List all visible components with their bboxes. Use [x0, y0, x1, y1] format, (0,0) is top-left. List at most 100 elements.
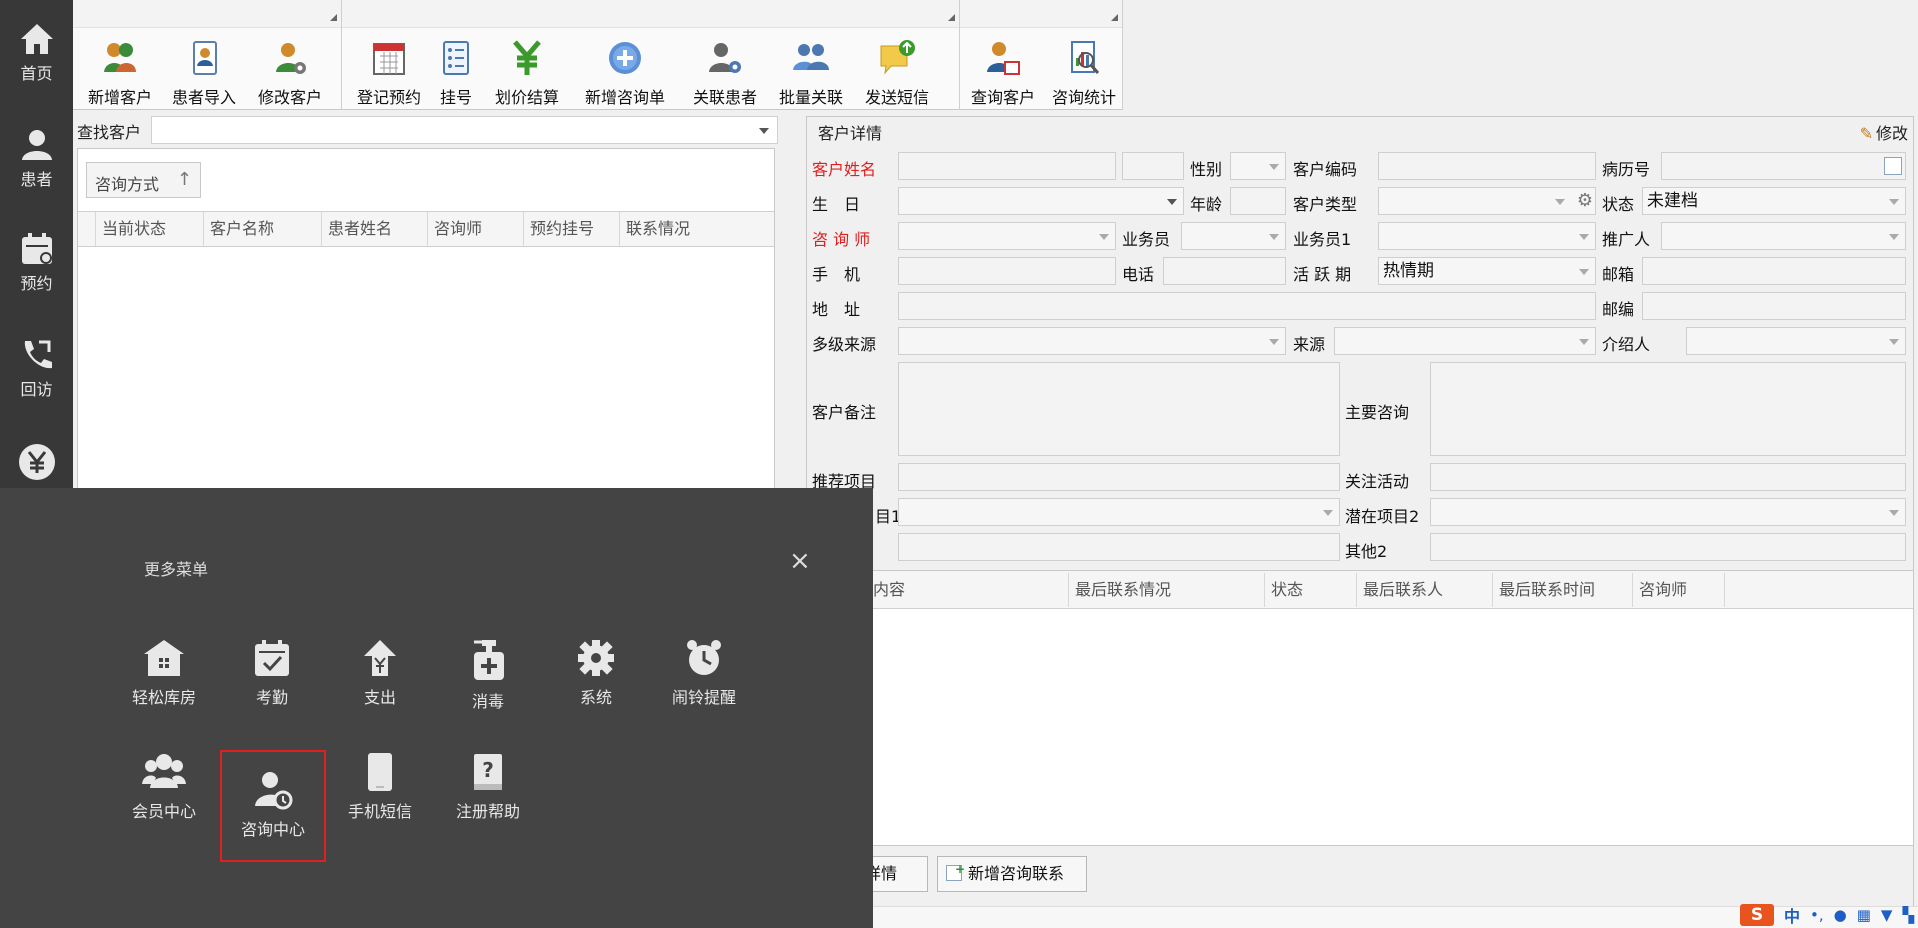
col-header[interactable]: 患者姓名	[322, 212, 428, 246]
nav-patient[interactable]: 患者	[0, 128, 73, 228]
group-by-chip[interactable]: 咨询方式 ↑	[86, 162, 201, 198]
punctuation-icon[interactable]: •,	[1810, 906, 1824, 924]
nav-followup[interactable]: 回访	[0, 338, 73, 438]
tool-send-sms[interactable]: 发送短信	[858, 38, 936, 108]
remark-textarea[interactable]	[898, 362, 1340, 456]
col-header[interactable]: 最后联系时间	[1493, 573, 1633, 607]
col-header[interactable]: 状态	[1265, 573, 1357, 607]
col-header[interactable]: 当前状态	[96, 212, 204, 246]
tool-import-patient[interactable]: 患者导入	[165, 38, 243, 108]
promoter-select[interactable]	[1661, 222, 1906, 250]
consultant-select[interactable]	[898, 222, 1116, 250]
main-consult-textarea[interactable]	[1430, 362, 1906, 456]
nav-home[interactable]: 首页	[0, 22, 73, 122]
phone-input[interactable]	[1163, 257, 1286, 285]
col-header[interactable]: 联系情况	[620, 212, 776, 246]
ime-logo[interactable]: S	[1739, 904, 1774, 926]
chevron-down-icon[interactable]	[759, 128, 769, 134]
group-expand-icon[interactable]	[1111, 14, 1118, 21]
multi-source-select[interactable]	[898, 327, 1286, 355]
add-consult-contact-button[interactable]: 新增咨询联系	[937, 852, 1087, 892]
tool-edit-customer[interactable]: 修改客户	[251, 38, 329, 108]
menu-item-expense[interactable]: 支出	[326, 618, 434, 730]
customer-type-select[interactable]: ⚙	[1378, 187, 1596, 215]
group-expand-icon[interactable]	[330, 14, 337, 21]
menu-item-warehouse[interactable]: 轻松库房	[110, 618, 218, 730]
microphone-icon[interactable]: ●	[1834, 906, 1847, 924]
focus-activity-input[interactable]	[1430, 463, 1906, 491]
edit-label: 修改	[1875, 124, 1908, 143]
status-select[interactable]: 未建档	[1642, 187, 1906, 215]
tool-consult-stats[interactable]: 咨询统计	[1048, 38, 1120, 108]
tool-new-consult[interactable]: 新增咨询单	[576, 38, 674, 108]
calendar-icon	[21, 233, 52, 264]
tool-add-customer[interactable]: 新增客户	[81, 38, 159, 108]
nav-appointment[interactable]: 预约	[0, 232, 73, 332]
name-extra-input[interactable]	[1122, 152, 1184, 180]
gender-select[interactable]	[1230, 152, 1286, 180]
menu-item-members[interactable]: 会员中心	[110, 732, 218, 844]
search-customer-combo[interactable]	[151, 116, 778, 144]
tool-billing-label: 划价结算	[494, 88, 559, 107]
menu-item-register-help[interactable]: ? 注册帮助	[434, 732, 542, 844]
record-no-input[interactable]	[1661, 152, 1906, 180]
potential1-select[interactable]	[898, 498, 1340, 526]
salesman-select[interactable]	[1181, 222, 1286, 250]
menu-item-alarm[interactable]: 闹铃提醒	[650, 618, 758, 730]
code-input[interactable]	[1378, 152, 1596, 180]
list-lookup-icon[interactable]	[1884, 157, 1902, 175]
ime-language-indicator[interactable]: 中	[1784, 903, 1800, 927]
group-expand-icon[interactable]	[948, 14, 955, 21]
tool-registration[interactable]: 挂号	[432, 38, 480, 108]
name-input[interactable]	[898, 152, 1116, 180]
tool-register-appointment-label: 登记预约	[356, 88, 421, 107]
potential2-select[interactable]	[1430, 498, 1906, 526]
col-header[interactable]: 客户名称	[204, 212, 322, 246]
menu-item-consult-center[interactable]: 咨询中心	[220, 750, 326, 862]
batch-link-icon	[793, 44, 829, 70]
sort-up-icon[interactable]: ↑	[177, 169, 192, 190]
birthday-picker[interactable]	[898, 187, 1184, 215]
col-header[interactable]: 内容	[867, 573, 1069, 607]
age-input[interactable]	[1230, 187, 1286, 215]
menu-item-disinfect[interactable]: 消毒	[434, 618, 542, 730]
menu-item-mobile-sms[interactable]: 手机短信	[326, 732, 434, 844]
home-icon	[20, 24, 53, 54]
source-select[interactable]	[1334, 327, 1596, 355]
keyboard-icon[interactable]: ▦	[1857, 906, 1871, 924]
close-icon[interactable]: ×	[789, 548, 811, 574]
email-input[interactable]	[1642, 257, 1906, 285]
tool-register-appointment[interactable]: 登记预约	[350, 38, 428, 108]
gear-icon[interactable]: ⚙	[1577, 190, 1593, 212]
label-active-period: 活 跃 期	[1293, 265, 1352, 284]
tool-link-patient[interactable]: 关联患者	[686, 38, 764, 108]
label-status: 状态	[1602, 195, 1635, 214]
other2-input[interactable]	[1430, 533, 1906, 561]
recommend-input[interactable]	[898, 463, 1340, 491]
edit-button[interactable]: ✎ 修改	[1860, 120, 1908, 144]
postcode-input[interactable]	[1642, 292, 1906, 320]
label-promoter: 推广人	[1602, 230, 1651, 249]
tool-query-customer[interactable]: 查询客户	[964, 38, 1042, 108]
search-label: 查找客户	[77, 123, 142, 142]
mobile-input[interactable]	[898, 257, 1116, 285]
salesman1-select[interactable]	[1378, 222, 1596, 250]
menu-item-attendance[interactable]: 考勤	[218, 618, 326, 730]
chevron-down-icon	[1167, 199, 1177, 205]
skin-icon[interactable]: ▼	[1881, 906, 1893, 924]
tool-batch-link-label: 批量关联	[778, 88, 843, 107]
other1-input[interactable]	[898, 533, 1340, 561]
col-header[interactable]: 咨询师	[428, 212, 524, 246]
col-header[interactable]: 咨询师	[1633, 573, 1725, 607]
tool-billing[interactable]: 划价结算	[488, 38, 566, 108]
menu-item-system[interactable]: 系统	[542, 618, 650, 730]
menu-item-label: 会员中心	[131, 802, 196, 821]
col-header[interactable]: 最后联系情况	[1069, 573, 1265, 607]
tool-batch-link[interactable]: 批量关联	[772, 38, 850, 108]
active-period-select[interactable]: 热情期	[1378, 257, 1596, 285]
referrer-select[interactable]	[1686, 327, 1906, 355]
address-input[interactable]	[898, 292, 1596, 320]
toolbox-icon[interactable]: ▚	[1902, 906, 1914, 924]
col-header[interactable]: 最后联系人	[1357, 573, 1493, 607]
col-header[interactable]: 预约挂号	[524, 212, 620, 246]
